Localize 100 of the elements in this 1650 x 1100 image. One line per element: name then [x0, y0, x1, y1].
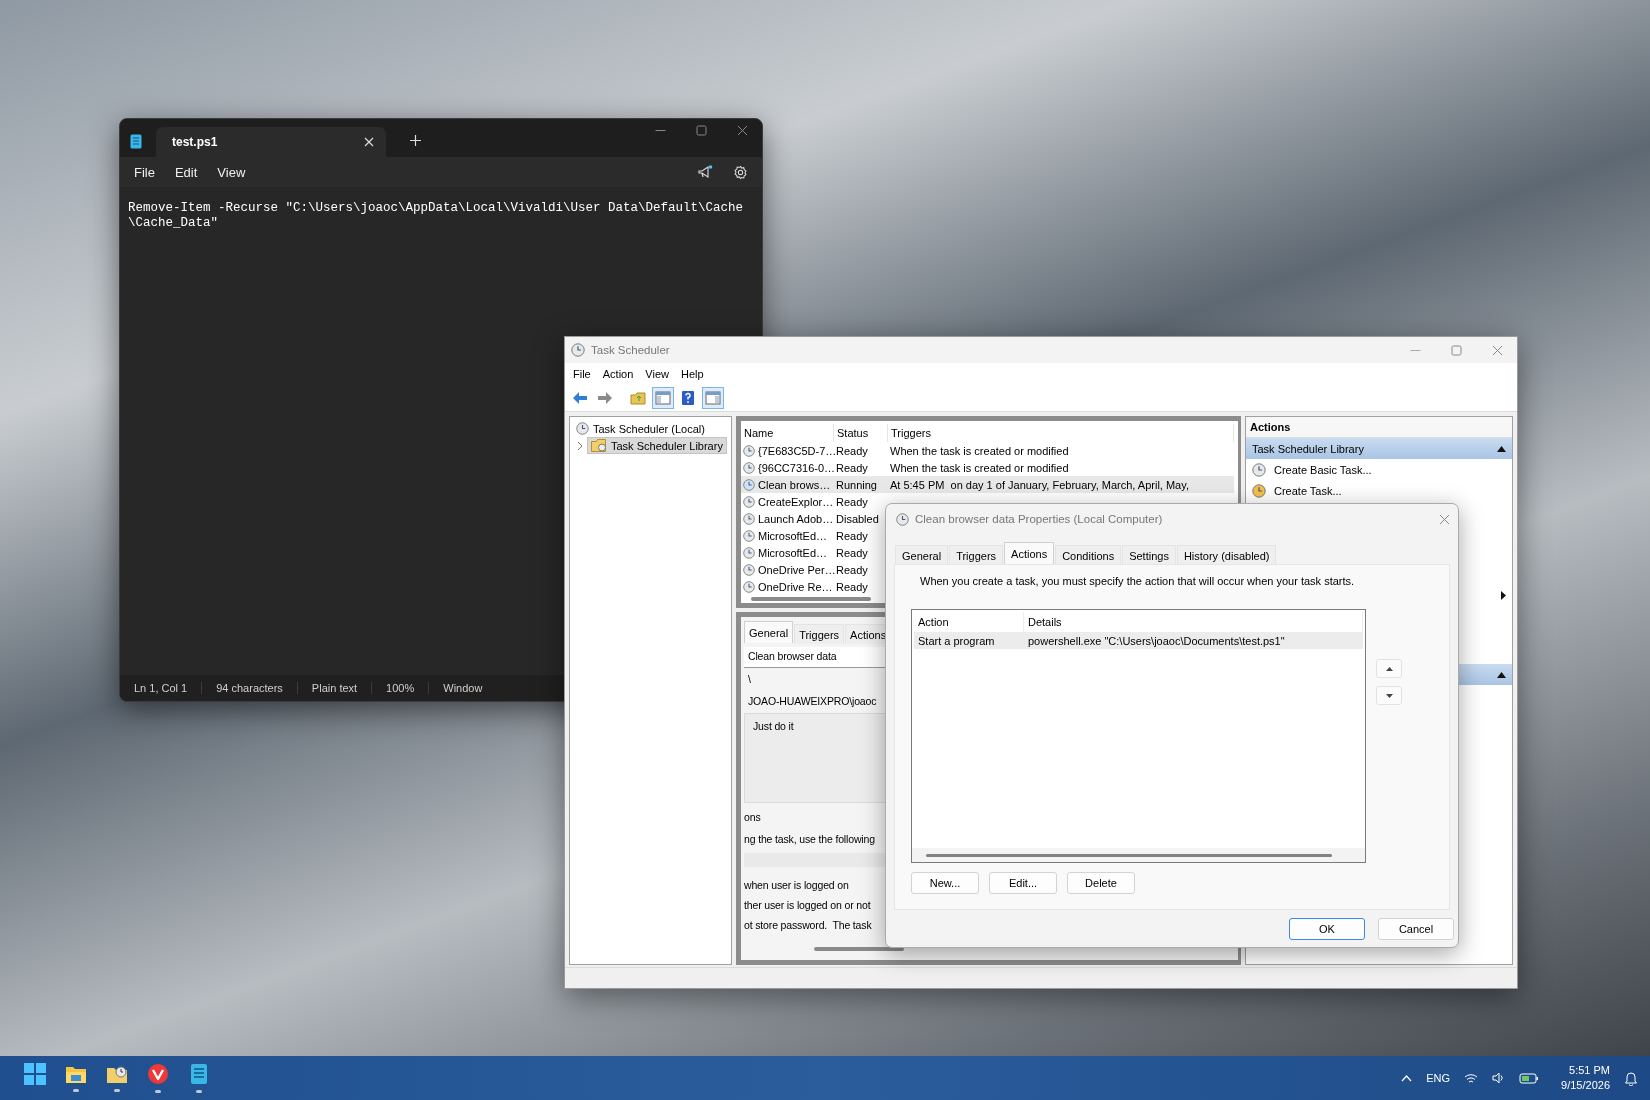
notification-bell-icon[interactable] — [1624, 1070, 1638, 1086]
close-icon[interactable] — [1439, 513, 1450, 525]
menu-item[interactable]: Help — [674, 366, 710, 382]
menu-item[interactable]: View — [639, 366, 675, 382]
action-pane-icon[interactable] — [702, 387, 724, 409]
wifi-icon[interactable] — [1464, 1072, 1479, 1084]
tab[interactable]: Settings — [1122, 545, 1176, 565]
window-title: Task Scheduler — [591, 344, 670, 356]
tree-item[interactable]: Task Scheduler (Local) — [572, 420, 709, 437]
column-header[interactable]: Name — [741, 424, 834, 442]
section-header[interactable]: Task Scheduler Library — [1246, 438, 1512, 459]
table-cell-text: Disabled — [835, 511, 880, 527]
clock-icon — [743, 512, 755, 525]
code-line: Remove-Item -Recurse "C:\Users\joaoc\AppData\Local\Vivaldi\User Data\Default\Cache — [128, 201, 745, 216]
clock-icon — [743, 461, 755, 474]
collapse-icon[interactable] — [1497, 445, 1506, 452]
collapse-icon[interactable] — [1497, 671, 1506, 678]
menu-item[interactable]: Edit — [166, 160, 206, 184]
folder-clock-icon — [591, 439, 607, 452]
chevron-right-icon[interactable] — [576, 441, 583, 450]
menu-item[interactable]: Action — [596, 366, 640, 382]
tab[interactable]: History (disabled) — [1176, 545, 1277, 565]
status-text: Window — [443, 682, 484, 694]
menu-item[interactable]: File — [567, 366, 597, 382]
tab[interactable]: General — [744, 621, 794, 643]
close-icon[interactable] — [1492, 344, 1503, 356]
scrollbar[interactable] — [814, 947, 904, 951]
language-indicator[interactable]: ENG — [1426, 1072, 1451, 1084]
action-button[interactable]: Delete — [1067, 872, 1135, 894]
plus-icon[interactable] — [408, 133, 423, 148]
task-name-cell[interactable]: Clean brows… — [741, 476, 834, 493]
file-tab[interactable]: test.ps1 — [156, 127, 386, 157]
running-indicator — [155, 1090, 161, 1093]
move-down-button[interactable] — [1376, 686, 1402, 705]
task-name-cell[interactable]: MicrosoftEd… — [741, 527, 834, 544]
task-name-cell[interactable]: {96CC7316-0… — [741, 459, 834, 476]
scrollbar[interactable] — [751, 597, 871, 601]
action-label: Create Basic Task... — [1274, 463, 1372, 476]
dialog-button[interactable]: OK — [1289, 918, 1365, 940]
caret-up-icon — [1385, 666, 1393, 671]
task-name-cell[interactable]: CreateExplor… — [741, 493, 834, 510]
task-name-cell[interactable]: Launch Adob… — [741, 510, 834, 527]
running-indicator — [114, 1089, 120, 1092]
task-name: Clean brows… — [758, 478, 831, 491]
clock-time[interactable]: 5:51 PM — [1569, 1063, 1610, 1078]
task-name: CreateExplor… — [758, 495, 834, 508]
menu-item[interactable]: File — [126, 160, 163, 184]
tab[interactable]: Actions — [1004, 542, 1055, 564]
column-header[interactable]: Status — [834, 424, 888, 442]
action-item[interactable]: Create Task... — [1246, 480, 1512, 501]
volume-icon[interactable] — [1492, 1072, 1506, 1084]
task-name-cell[interactable]: OneDrive Re… — [741, 578, 834, 595]
app-clock-icon — [896, 512, 909, 526]
tree-item[interactable]: Task Scheduler Library — [587, 437, 727, 454]
column-header[interactable]: Triggers — [888, 424, 1234, 442]
tab[interactable]: Triggers — [794, 624, 845, 644]
table-cell-text: Ready — [835, 494, 869, 510]
running-indicator — [73, 1089, 79, 1092]
clock-icon — [576, 422, 589, 435]
action-button[interactable]: New... — [911, 872, 979, 894]
task-name-cell[interactable]: MicrosoftEd… — [741, 544, 834, 561]
close-icon[interactable] — [737, 125, 748, 136]
action-button[interactable]: Edit... — [989, 872, 1057, 894]
maximize-icon[interactable] — [696, 125, 707, 136]
table-cell[interactable]: Start a program — [914, 632, 1024, 649]
tree-item-label: Task Scheduler Library — [611, 439, 723, 452]
task-name: MicrosoftEd… — [758, 529, 828, 542]
clock-icon — [743, 495, 755, 508]
tab[interactable]: Triggers — [949, 545, 1004, 565]
move-up-button[interactable] — [1376, 659, 1402, 678]
table-cell-text: Ready — [835, 545, 869, 561]
task-name-cell[interactable]: OneDrive Per… — [741, 561, 834, 578]
security-text: ng the task, use the following — [744, 832, 876, 847]
battery-icon[interactable] — [1519, 1072, 1540, 1084]
dialog-button[interactable]: Cancel — [1378, 918, 1454, 940]
task-name-cell[interactable]: {7E683C5D-7… — [741, 442, 834, 459]
tab[interactable]: Conditions — [1055, 545, 1122, 565]
close-tab-icon[interactable] — [362, 135, 376, 149]
clock-date[interactable]: 9/15/2026 — [1561, 1078, 1610, 1093]
notepad-icon — [190, 1063, 208, 1085]
clock-icon — [743, 478, 755, 491]
location-text: \ — [747, 672, 752, 687]
clock-icon — [1252, 483, 1266, 498]
table-cell-text: When the task is created or modified — [889, 460, 1070, 476]
table-cell: Running — [834, 476, 888, 493]
scrollbar-thumb[interactable] — [926, 853, 1332, 857]
folder-icon — [65, 1064, 87, 1084]
action-item[interactable]: Create Basic Task... — [1246, 459, 1512, 480]
table-cell[interactable]: powershell.exe "C:\Users\joaoc\Documents\test.ps1" — [1024, 632, 1363, 649]
clock-icon — [743, 563, 755, 576]
table-cell-text: Ready — [835, 562, 869, 578]
intro-text: When you create a task, you must specify the action that will occur when your task starts. — [919, 575, 1356, 587]
status-text: 94 characters — [216, 682, 298, 694]
task-name: OneDrive Per… — [758, 563, 836, 576]
task-name: Launch Adob… — [758, 512, 834, 525]
menu-item[interactable]: View — [209, 160, 254, 184]
tab[interactable]: General — [895, 545, 949, 565]
console-tree-icon[interactable] — [652, 387, 674, 409]
pane-title: Actions — [1246, 417, 1512, 438]
chevron-up-icon[interactable] — [1401, 1074, 1413, 1082]
